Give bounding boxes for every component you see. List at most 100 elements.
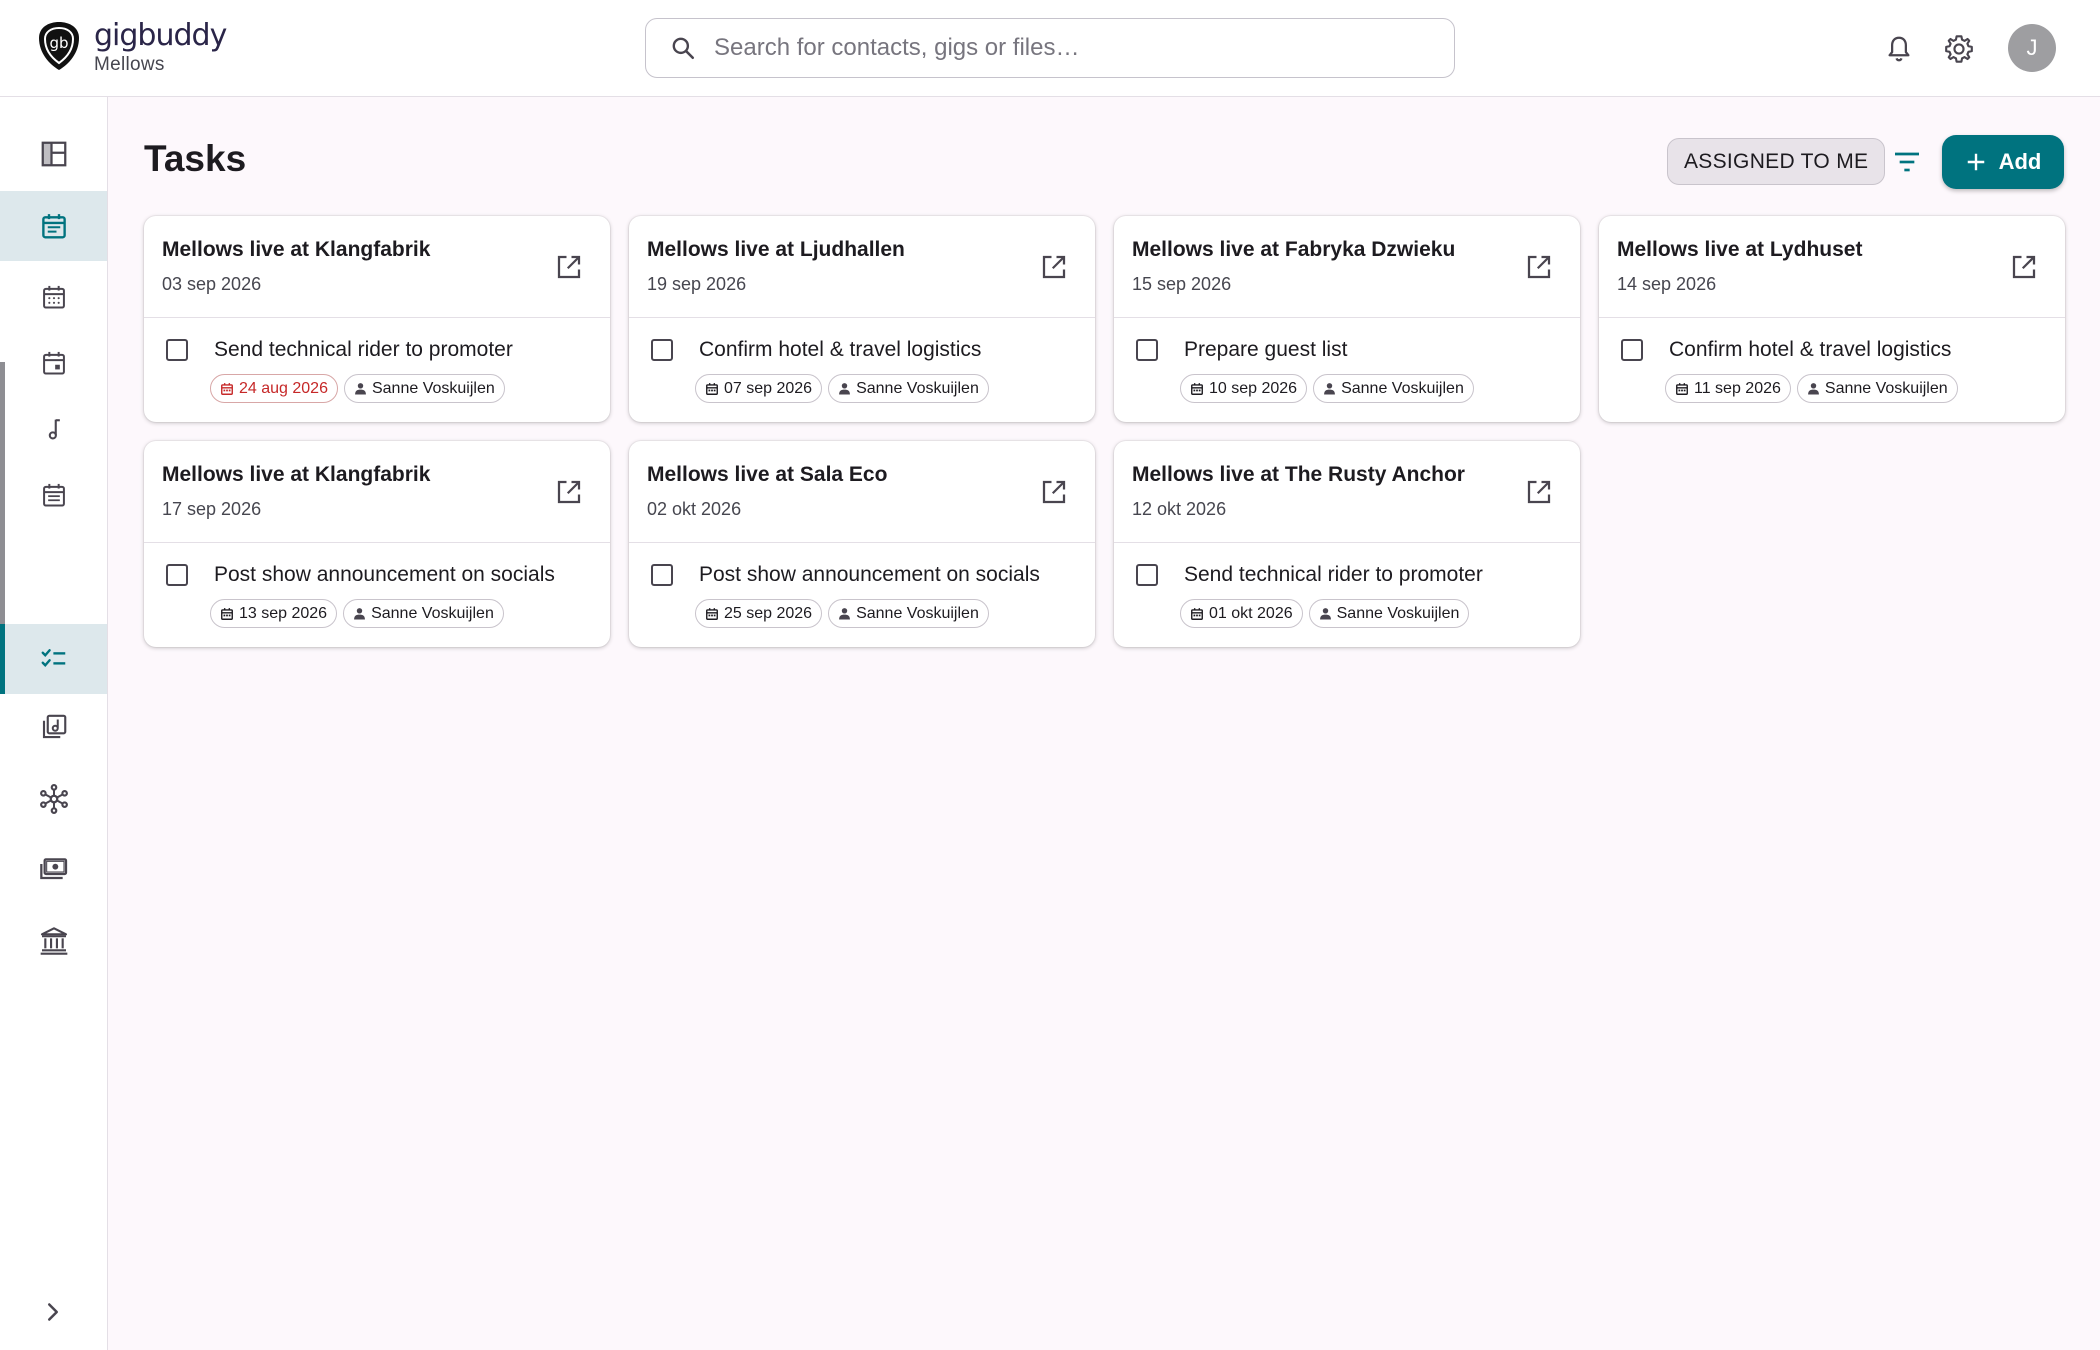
checklist-icon	[41, 649, 65, 667]
expand-rail-button[interactable]	[38, 1297, 68, 1332]
svg-text:gb: gb	[49, 34, 68, 52]
due-date-text: 10 sep 2026	[1209, 379, 1298, 397]
nav-network[interactable]	[0, 764, 107, 834]
nav-event[interactable]	[0, 328, 107, 398]
gig-date: 03 sep 2026	[162, 274, 262, 294]
task-checkbox[interactable]	[1136, 564, 1158, 586]
search-input[interactable]	[714, 34, 1414, 62]
user-avatar[interactable]: J	[2008, 24, 2056, 72]
open-gig-button[interactable]	[1039, 477, 1069, 507]
nav-payments[interactable]	[0, 835, 107, 905]
add-task-button[interactable]: Add	[1942, 135, 2064, 189]
gig-title[interactable]: Mellows live at Klangfabrik	[162, 463, 430, 487]
assignee-chip: Sanne Voskuijlen	[828, 599, 989, 628]
due-date-text: 01 okt 2026	[1209, 604, 1293, 622]
calendar-small-icon	[1191, 382, 1203, 395]
nav-calendar[interactable]	[0, 191, 107, 261]
task-row: Confirm hotel & travel logistics	[651, 338, 981, 362]
notifications-button[interactable]	[1880, 30, 1918, 68]
assignee-name: Sanne Voskuijlen	[1824, 379, 1948, 397]
gig-title[interactable]: Mellows live at Sala Eco	[647, 463, 887, 487]
gig-date: 14 sep 2026	[1617, 274, 1717, 294]
gig-date: 17 sep 2026	[162, 499, 262, 519]
nav-schedule[interactable]	[0, 460, 107, 530]
task-title[interactable]: Confirm hotel & travel logistics	[1669, 338, 1951, 362]
task-checkbox[interactable]	[1621, 339, 1643, 361]
task-row: Prepare guest list	[1136, 338, 1347, 362]
task-row: Send technical rider to promoter	[166, 338, 513, 362]
task-checkbox[interactable]	[651, 564, 673, 586]
gig-title[interactable]: Mellows live at Lydhuset	[1617, 238, 1862, 262]
top-app-bar: gb gigbuddy Mellows J	[0, 0, 2100, 97]
task-title[interactable]: Send technical rider to promoter	[1184, 563, 1483, 587]
assigned-to-me-chip[interactable]: ASSIGNED TO ME	[1667, 138, 1886, 185]
calendar-small-icon	[221, 382, 233, 395]
open-in-new-icon	[1042, 480, 1066, 504]
open-gig-button[interactable]	[1524, 252, 1554, 282]
assignee-name: Sanne Voskuijlen	[856, 604, 979, 622]
task-row: Post show announcement on socials	[166, 563, 555, 587]
nav-dashboard[interactable]	[0, 119, 107, 189]
gig-title[interactable]: Mellows live at Fabryka Dzwieku	[1132, 238, 1455, 262]
gig-task-card: Mellows live at Ljudhallen 19 sep 2026 C…	[629, 216, 1095, 422]
task-meta: 07 sep 2026 Sanne Voskuijlen	[695, 374, 989, 403]
task-checkbox[interactable]	[1136, 339, 1158, 361]
payments-icon	[39, 858, 67, 880]
person-icon	[839, 383, 850, 395]
library-music-icon	[42, 714, 66, 739]
gig-title[interactable]: Mellows live at Ljudhallen	[647, 238, 905, 262]
open-gig-button[interactable]	[2009, 252, 2039, 282]
open-in-new-icon	[1527, 480, 1551, 504]
task-title[interactable]: Prepare guest list	[1184, 338, 1347, 362]
task-title[interactable]: Confirm hotel & travel logistics	[699, 338, 981, 362]
open-gig-button[interactable]	[554, 252, 584, 282]
due-date-chip: 13 sep 2026	[210, 599, 338, 628]
gig-date: 19 sep 2026	[647, 274, 747, 294]
assignee-chip: Sanne Voskuijlen	[343, 599, 504, 628]
gig-task-card: Mellows live at Klangfabrik 03 sep 2026 …	[144, 216, 610, 422]
nav-calendar-month[interactable]	[0, 262, 107, 332]
chevron-right-icon	[48, 1303, 58, 1321]
nav-music-library[interactable]	[0, 692, 107, 762]
bank-icon	[40, 927, 67, 955]
navigation-rail	[0, 97, 108, 1350]
gig-title[interactable]: Mellows live at The Rusty Anchor	[1132, 463, 1465, 487]
gig-title[interactable]: Mellows live at Klangfabrik	[162, 238, 430, 262]
task-row: Post show announcement on socials	[651, 563, 1040, 587]
calendar-small-icon	[706, 382, 718, 395]
task-checkbox[interactable]	[166, 339, 188, 361]
person-icon	[355, 383, 366, 395]
brand[interactable]: gb gigbuddy Mellows	[36, 20, 227, 76]
due-date-text: 25 sep 2026	[724, 604, 813, 622]
filter-icon	[1895, 152, 1919, 172]
nav-bank[interactable]	[0, 906, 107, 976]
due-date-chip: 24 aug 2026	[210, 374, 338, 403]
calendar-icon	[41, 214, 66, 239]
event-icon	[42, 351, 65, 375]
filter-button[interactable]	[1887, 142, 1927, 182]
card-header: Mellows live at The Rusty Anchor 12 okt …	[1114, 441, 1580, 543]
open-gig-button[interactable]	[1524, 477, 1554, 507]
task-title[interactable]: Post show announcement on socials	[699, 563, 1040, 587]
card-header: Mellows live at Ljudhallen 19 sep 2026	[629, 216, 1095, 318]
open-gig-button[interactable]	[1039, 252, 1069, 282]
task-row: Send technical rider to promoter	[1136, 563, 1483, 587]
settings-button[interactable]	[1940, 30, 1978, 68]
page-title: Tasks	[144, 138, 247, 179]
workspace-name: Mellows	[94, 54, 165, 75]
nav-songs[interactable]	[0, 394, 107, 464]
card-header: Mellows live at Klangfabrik 17 sep 2026	[144, 441, 610, 543]
due-date-chip: 01 okt 2026	[1180, 599, 1303, 628]
task-meta: 13 sep 2026 Sanne Voskuijlen	[210, 599, 504, 628]
nav-tasks[interactable]	[0, 624, 107, 694]
due-date-text: 24 aug 2026	[239, 379, 328, 397]
task-checkbox[interactable]	[651, 339, 673, 361]
task-title[interactable]: Send technical rider to promoter	[214, 338, 513, 362]
calendar-month-icon	[42, 285, 65, 309]
open-gig-button[interactable]	[554, 477, 584, 507]
search-box[interactable]	[645, 18, 1455, 78]
task-checkbox[interactable]	[166, 564, 188, 586]
gig-task-card: Mellows live at Sala Eco 02 okt 2026 Pos…	[629, 441, 1095, 647]
due-date-chip: 25 sep 2026	[695, 599, 823, 628]
task-title[interactable]: Post show announcement on socials	[214, 563, 555, 587]
